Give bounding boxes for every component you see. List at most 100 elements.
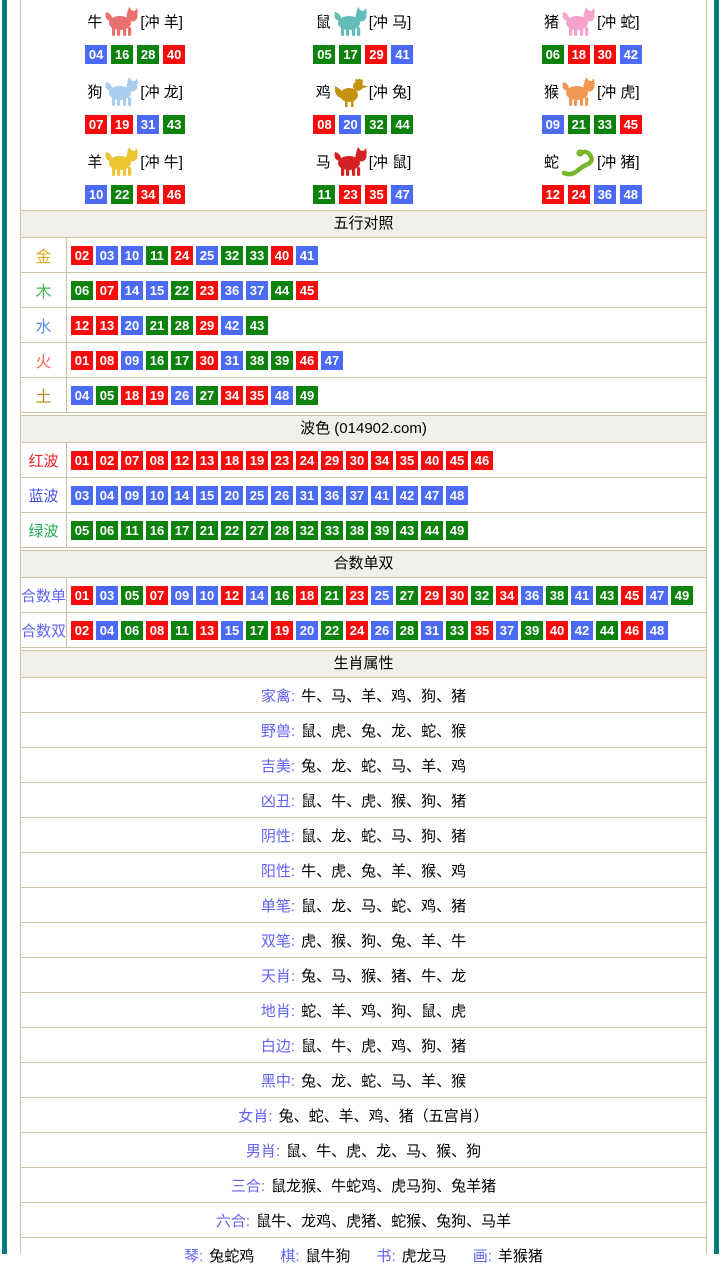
attribute-content: 鼠、龙、马、蛇、鸡、猪: [301, 895, 466, 916]
wuxing-row-label: 水: [21, 308, 67, 342]
number-ball: 07: [96, 281, 118, 300]
number-ball: 43: [246, 316, 268, 335]
number-ball: 38: [546, 586, 568, 605]
number-ball: 29: [321, 451, 343, 470]
bose-row-label: 绿波: [21, 513, 67, 547]
number-ball: 32: [471, 586, 493, 605]
number-ball: 37: [346, 486, 368, 505]
number-ball: 07: [121, 451, 143, 470]
number-ball: 03: [71, 486, 93, 505]
number-ball: 25: [371, 586, 393, 605]
number-ball: 12: [221, 586, 243, 605]
number-ball: 10: [146, 486, 168, 505]
zodiac-cell: 鼠 [冲 马] 05172941: [249, 0, 477, 70]
number-ball: 21: [321, 586, 343, 605]
number-ball: 20: [296, 621, 318, 640]
number-ball: 44: [596, 621, 618, 640]
number-ball: 23: [346, 586, 368, 605]
number-ball: 15: [146, 281, 168, 300]
number-ball: 19: [146, 386, 168, 405]
number-ball: 49: [296, 386, 318, 405]
number-ball: 45: [620, 115, 642, 134]
number-ball: 35: [471, 621, 493, 640]
zodiac-clash-label: [冲 马]: [369, 11, 412, 32]
number-ball: 36: [594, 185, 616, 204]
number-ball: 04: [96, 486, 118, 505]
number-ball: 46: [296, 351, 318, 370]
number-ball: 25: [196, 246, 218, 265]
attribute-label: 单笔:: [261, 895, 295, 916]
number-ball: 08: [146, 621, 168, 640]
zodiac-number-list: 12243648: [542, 185, 642, 204]
number-ball: 12: [71, 316, 93, 335]
number-ball: 42: [571, 621, 593, 640]
main-table: 牛 [冲 羊] 04162840 鼠 [冲 马] 05172941: [20, 0, 707, 1254]
number-ball: 35: [365, 185, 387, 204]
number-ball: 30: [446, 586, 468, 605]
number-ball: 27: [396, 586, 418, 605]
zodiac-clash-label: [冲 羊]: [140, 11, 183, 32]
zodiac-title: 羊 [冲 牛]: [87, 147, 183, 177]
attribute-content: 兔、马、猴、猪、牛、龙: [301, 965, 466, 986]
zodiac-clash-label: [冲 牛]: [140, 151, 183, 172]
number-ball: 08: [96, 351, 118, 370]
zodiac-clash-label: [冲 鼠]: [369, 151, 412, 172]
number-ball: 33: [246, 246, 268, 265]
number-ball: 03: [96, 586, 118, 605]
number-ball: 12: [171, 451, 193, 470]
number-ball: 30: [594, 45, 616, 64]
zodiac-name: 鼠: [316, 11, 331, 32]
zodiac-name: 牛: [87, 11, 102, 32]
number-ball: 28: [396, 621, 418, 640]
number-ball: 16: [146, 521, 168, 540]
number-ball: 33: [594, 115, 616, 134]
number-ball: 23: [196, 281, 218, 300]
attribute-label: 阴性:: [261, 825, 295, 846]
number-ball: 11: [146, 246, 168, 265]
attribute-content: 虎、猴、狗、兔、羊、牛: [301, 930, 466, 951]
zodiac-number-list: 05172941: [313, 45, 413, 64]
attribute-content: 蛇、羊、鸡、狗、鼠、虎: [301, 1000, 466, 1021]
attribute-content: 兔、蛇、羊、鸡、猪（五宫肖）: [279, 1105, 489, 1126]
attribute-content: 兔、龙、蛇、马、羊、鸡: [301, 755, 466, 776]
attribute-row: 野兽: 鼠、虎、兔、龙、蛇、猴: [21, 713, 706, 748]
number-ball: 20: [121, 316, 143, 335]
attribute-label: 女肖:: [238, 1105, 272, 1126]
arts-content: 鼠牛狗: [305, 1245, 350, 1266]
attribute-label: 家禽:: [261, 685, 295, 706]
number-ball: 31: [137, 115, 159, 134]
number-ball: 49: [446, 521, 468, 540]
attribute-row: 家禽: 牛、马、羊、鸡、狗、猪: [21, 678, 706, 713]
number-ball: 32: [365, 115, 387, 134]
number-ball: 21: [568, 115, 590, 134]
zodiac-name: 羊: [87, 151, 102, 172]
number-ball: 14: [121, 281, 143, 300]
bose-number-list: 0102070812131819232429303435404546: [67, 443, 493, 477]
number-ball: 10: [85, 185, 107, 204]
number-ball: 01: [71, 351, 93, 370]
number-ball: 39: [521, 621, 543, 640]
zodiac-name: 马: [316, 151, 331, 172]
number-ball: 05: [313, 45, 335, 64]
attribute-content: 兔、龙、蛇、马、羊、猴: [301, 1070, 466, 1091]
number-ball: 20: [339, 115, 361, 134]
number-ball: 05: [96, 386, 118, 405]
number-ball: 11: [313, 185, 335, 204]
attribute-row: 阳性: 牛、虎、兔、羊、猴、鸡: [21, 853, 706, 888]
number-ball: 41: [371, 486, 393, 505]
number-ball: 44: [421, 521, 443, 540]
number-ball: 34: [371, 451, 393, 470]
number-ball: 13: [196, 621, 218, 640]
zodiac-number-list: 11233547: [313, 185, 413, 204]
arts-segment: 书: 虎龙马: [377, 1245, 447, 1266]
attribute-row: 阴性: 鼠、龙、蛇、马、狗、猪: [21, 818, 706, 853]
attribute-content: 牛、马、羊、鸡、狗、猪: [301, 685, 466, 706]
zodiac-name: 蛇: [544, 151, 559, 172]
number-ball: 45: [446, 451, 468, 470]
number-ball: 06: [71, 281, 93, 300]
left-frame-border: [2, 0, 7, 1254]
section-title-bose: 波色 (014902.com): [21, 415, 706, 443]
zodiac-clash-label: [冲 龙]: [140, 81, 183, 102]
number-ball: 11: [121, 521, 143, 540]
heshu-row-label: 合数双: [21, 613, 67, 647]
